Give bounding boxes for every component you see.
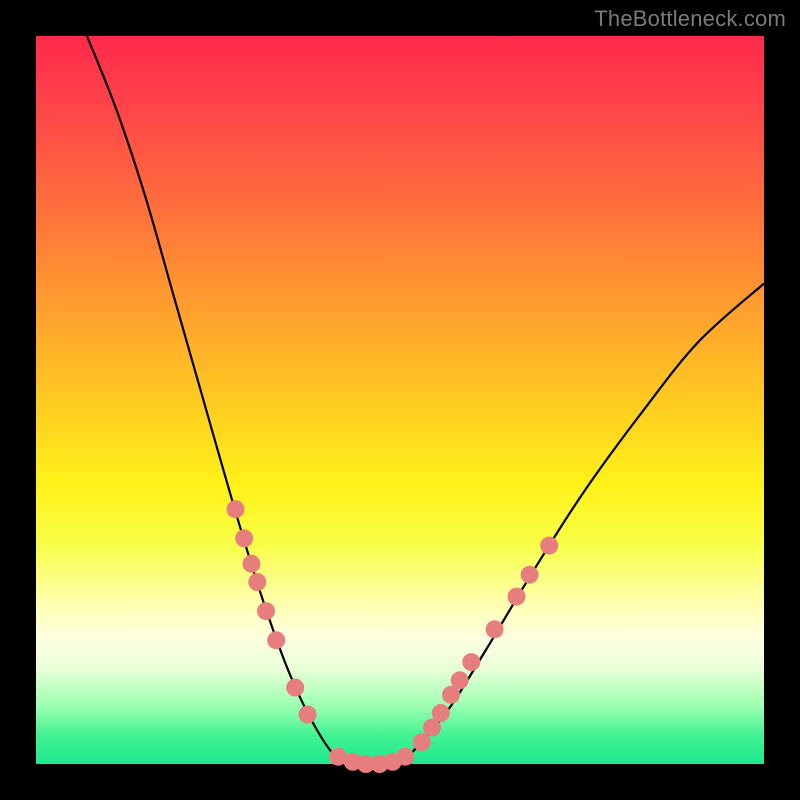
bottleneck-curve [87,36,764,764]
data-marker [413,733,431,751]
data-marker [235,529,253,547]
data-marker [521,566,539,584]
data-marker [486,620,504,638]
data-marker [432,704,450,722]
data-marker [396,748,414,766]
data-marker [267,631,285,649]
chart-frame: TheBottleneck.com [0,0,800,800]
data-marker [540,537,558,555]
data-marker [508,588,526,606]
chart-svg [36,36,764,764]
data-marker [299,706,317,724]
data-marker [227,500,245,518]
watermark-text: TheBottleneck.com [594,6,786,32]
data-marker [243,555,261,573]
marker-group [227,500,559,773]
data-marker [451,671,469,689]
data-marker [248,573,266,591]
data-marker [286,679,304,697]
data-marker [462,653,480,671]
data-marker [257,602,275,620]
plot-area [36,36,764,764]
